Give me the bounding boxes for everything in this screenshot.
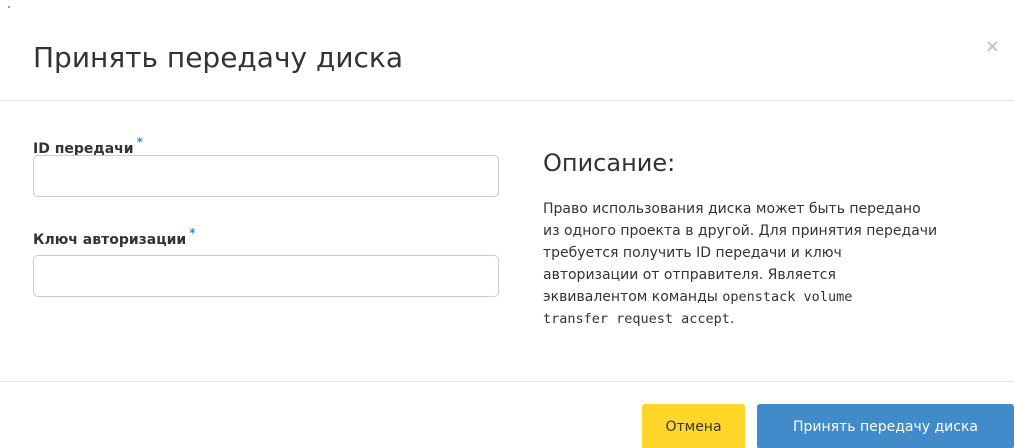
dialog-header: Принять передачу диска × <box>0 0 1014 101</box>
close-icon[interactable]: × <box>985 37 1000 57</box>
description-end-punct: . <box>729 311 735 327</box>
required-asterisk-icon: * <box>189 226 196 240</box>
auth-key-label-text: Ключ авторизации <box>33 232 187 248</box>
auth-key-label: Ключ авторизации * <box>33 226 196 249</box>
cancel-button[interactable]: Отмена <box>642 404 745 448</box>
accept-transfer-button[interactable]: Принять передачу диска <box>757 404 1014 448</box>
dialog-title: Принять передачу диска <box>33 41 403 74</box>
command-code: openstack volume <box>722 289 853 305</box>
auth-key-input[interactable] <box>33 255 499 297</box>
description-line: авторизации от отправителя. Является <box>543 267 836 283</box>
description-line: эквивалентом команды <box>543 289 718 305</box>
description-line: требуется получить ID передачи и ключ <box>543 245 842 261</box>
description-title: Описание: <box>543 149 676 177</box>
description-line: из одного проекта в другой. Для принятия… <box>543 223 938 239</box>
command-code: transfer request accept <box>543 311 730 327</box>
description-line: Право использования диска может быть пер… <box>543 201 921 217</box>
transfer-id-input[interactable] <box>33 155 499 197</box>
accept-volume-transfer-dialog: Принять передачу диска × ID передачи * Кл… <box>0 0 1014 448</box>
dialog-footer: Отмена Принять передачу диска <box>0 381 1014 448</box>
required-asterisk-icon: * <box>136 135 143 149</box>
description-text: Право использования диска может быть пер… <box>543 198 1003 330</box>
